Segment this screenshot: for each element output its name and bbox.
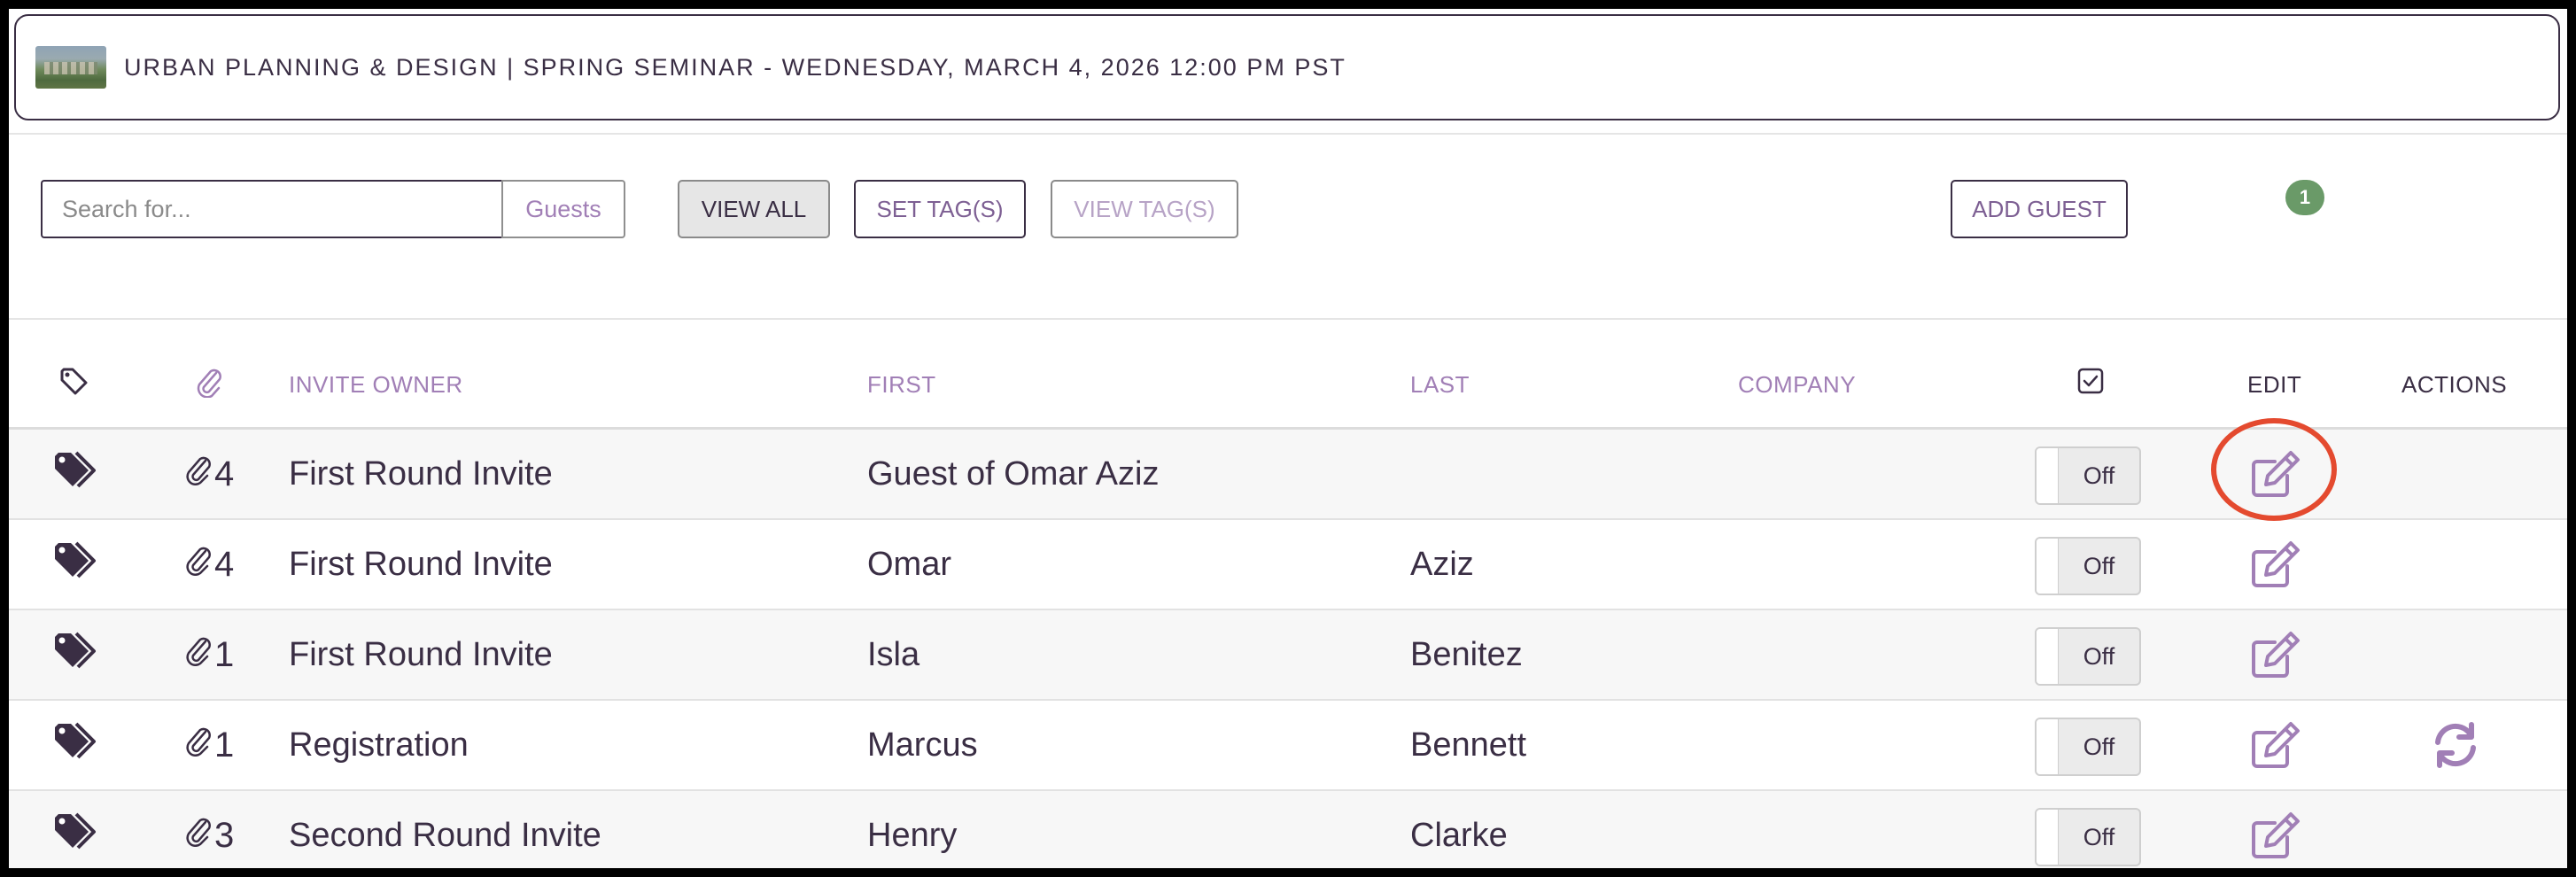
attachment-count-value: 3 [214,815,235,855]
last-name-cell: Benitez [1410,635,1523,673]
tag-icon[interactable] [59,368,91,404]
edit-icon[interactable] [2246,520,2304,609]
paperclip-icon [186,815,214,856]
invite-owner-cell: First Round Invite [289,454,553,493]
paperclip-icon [186,544,214,585]
invite-owner-cell: First Round Invite [289,635,553,673]
event-thumbnail [35,46,106,89]
count-badge: 1 [2285,180,2324,215]
attachment-count-value: 1 [214,725,235,764]
first-name-cell: Marcus [867,726,978,764]
edit-icon[interactable] [2246,610,2304,699]
set-tags-button[interactable]: SET TAG(S) [854,180,1026,238]
invite-owner-cell: Registration [289,726,469,764]
toggle-label: Off [2083,642,2115,670]
first-name-cell: Guest of Omar Aziz [867,454,1160,493]
toggle-knob [2037,719,2059,774]
column-first[interactable]: FIRST [867,371,936,399]
last-name-cell: Clarke [1410,816,1508,854]
table-row: 3 Second Round Invite Henry Clarke Off [9,791,2567,868]
toggle-label: Off [2083,733,2115,760]
guest-table: INVITE OWNER FIRST LAST COMPANY EDIT ACT… [9,320,2567,868]
table-row: 4 First Round Invite Omar Aziz Off [9,520,2567,610]
tag-icon[interactable] [53,791,106,868]
view-all-button[interactable]: VIEW ALL [678,180,830,238]
search-group: Guests [41,180,625,238]
last-name-cell: Aziz [1410,545,1474,583]
checkbox-icon[interactable] [2077,368,2104,400]
column-actions: ACTIONS [2401,371,2508,398]
attachment-count-value: 1 [214,634,235,674]
paperclip-icon [186,454,214,494]
event-header: URBAN PLANNING & DESIGN | SPRING SEMINAR… [14,14,2560,120]
toggle-label: Off [2083,552,2115,579]
checked-in-toggle[interactable]: Off [2035,537,2141,595]
toggle-label: Off [2083,462,2115,489]
column-company[interactable]: COMPANY [1738,371,1856,399]
table-row: 1 First Round Invite Isla Benitez Off [9,610,2567,701]
invite-owner-cell: First Round Invite [289,545,553,583]
search-input[interactable] [41,180,501,238]
checked-in-toggle[interactable]: Off [2035,446,2141,505]
attachment-count[interactable]: 4 [186,430,234,518]
checked-in-toggle[interactable]: Off [2035,808,2141,866]
toggle-knob [2037,629,2059,684]
attachment-count[interactable]: 1 [186,701,234,789]
column-last[interactable]: LAST [1410,371,1470,399]
event-title: URBAN PLANNING & DESIGN | SPRING SEMINAR… [124,53,1346,81]
edit-icon[interactable] [2246,701,2304,789]
edit-icon[interactable] [2246,791,2304,868]
toggle-knob [2037,539,2059,594]
search-scope-label[interactable]: Guests [501,180,625,238]
tag-icon[interactable] [53,610,106,699]
paperclip-icon [186,725,214,765]
paperclip-icon[interactable] [195,368,223,404]
toggle-knob [2037,810,2059,865]
checked-in-toggle[interactable]: Off [2035,627,2141,686]
table-row: 1 Registration Marcus Bennett Off [9,701,2567,791]
edit-icon[interactable] [2246,430,2304,518]
column-invite-owner[interactable]: INVITE OWNER [289,371,463,399]
invite-owner-cell: Second Round Invite [289,816,601,854]
divider [9,133,2567,135]
app-frame: URBAN PLANNING & DESIGN | SPRING SEMINAR… [9,9,2567,868]
first-name-cell: Henry [867,816,958,854]
attachment-count[interactable]: 3 [186,791,234,868]
tag-icon[interactable] [53,430,106,518]
table-header: INVITE OWNER FIRST LAST COMPANY EDIT ACT… [9,320,2567,430]
sync-icon[interactable] [2426,701,2485,789]
toggle-label: Off [2083,823,2115,850]
last-name-cell: Bennett [1410,726,1526,764]
checked-in-toggle[interactable]: Off [2035,718,2141,776]
tag-icon[interactable] [53,701,106,789]
tag-icon[interactable] [53,520,106,609]
table-row: 4 First Round Invite Guest of Omar Aziz Off [9,430,2567,520]
toggle-knob [2037,448,2059,503]
column-edit: EDIT [2247,371,2302,398]
paperclip-icon [186,634,214,675]
view-tags-button[interactable]: VIEW TAG(S) [1051,180,1238,238]
first-name-cell: Omar [867,545,951,583]
attachment-count[interactable]: 4 [186,520,234,609]
attachment-count[interactable]: 1 [186,610,234,699]
attachment-count-value: 4 [214,544,235,584]
first-name-cell: Isla [867,635,920,673]
add-guest-button[interactable]: ADD GUEST [1951,180,2128,238]
attachment-count-value: 4 [214,454,235,493]
table-body: 4 First Round Invite Guest of Omar Aziz Off… [9,430,2567,868]
